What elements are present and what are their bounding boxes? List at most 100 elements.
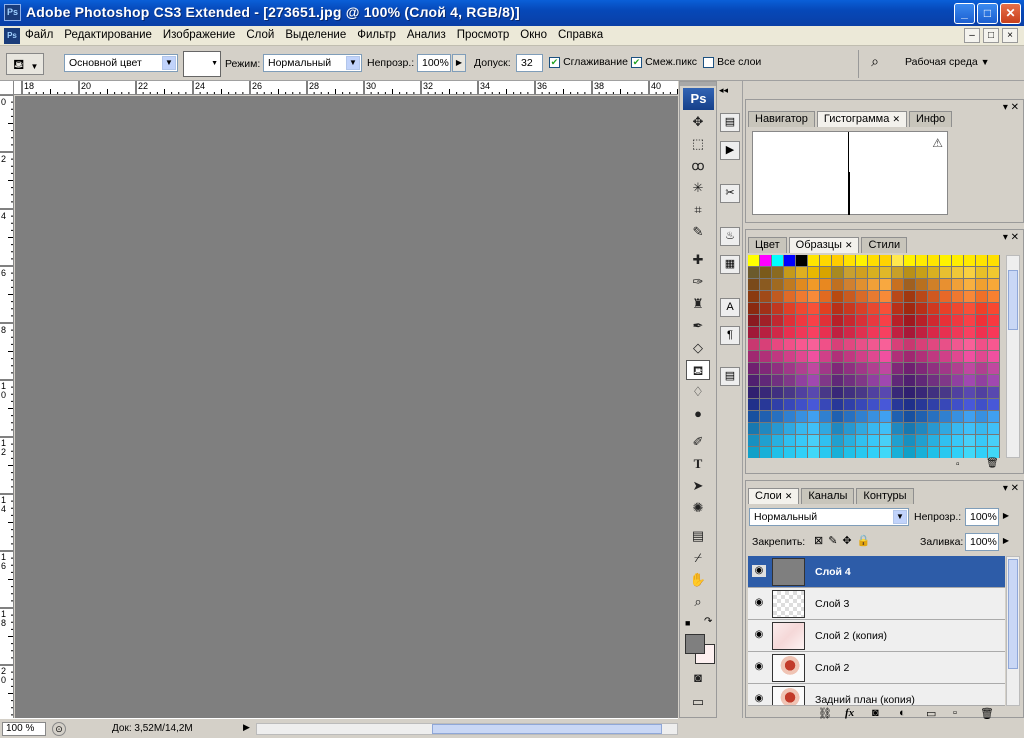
color-swatch[interactable] (964, 255, 976, 267)
color-swatch[interactable] (748, 411, 760, 423)
color-swatch[interactable] (760, 387, 772, 399)
color-swatch[interactable] (748, 387, 760, 399)
trash-icon[interactable]: 🗑 (980, 707, 1007, 720)
pattern-picker[interactable]: ▼ (183, 51, 221, 77)
color-swatch[interactable] (904, 387, 916, 399)
tab-swatches[interactable]: Образцы ✕ (788, 237, 860, 253)
slice-tool-icon[interactable]: ✎ (686, 222, 710, 242)
color-swatch[interactable] (820, 315, 832, 327)
color-swatch[interactable] (844, 315, 856, 327)
doc-close-button[interactable]: × (1002, 28, 1018, 43)
color-swatch[interactable] (904, 435, 916, 447)
color-swatch[interactable] (784, 423, 796, 435)
color-swatch[interactable] (808, 387, 820, 399)
color-swatch[interactable] (856, 303, 868, 315)
status-menu-icon[interactable]: ⊙ (52, 722, 66, 736)
color-swatch[interactable] (868, 267, 880, 279)
color-swatch[interactable] (880, 387, 892, 399)
eraser-tool-icon[interactable]: ◇ (686, 338, 710, 358)
color-swatch[interactable] (784, 435, 796, 447)
screen-mode-icon[interactable]: ▭ (686, 692, 710, 712)
color-swatch[interactable] (856, 291, 868, 303)
color-swatch[interactable] (868, 279, 880, 291)
swatch-grid[interactable] (748, 255, 1000, 458)
color-swatch[interactable] (988, 279, 1000, 291)
color-swatch[interactable] (844, 435, 856, 447)
visibility-eye-icon[interactable]: ◉ (752, 565, 766, 577)
zoom-tool-icon[interactable]: ⌕ (686, 592, 710, 612)
color-swatch[interactable] (796, 303, 808, 315)
paint-bucket-tool-icon[interactable]: ⛾ (686, 360, 710, 380)
color-swatch[interactable] (808, 267, 820, 279)
color-swatch[interactable] (940, 375, 952, 387)
color-swatch[interactable] (856, 435, 868, 447)
color-swatch[interactable] (940, 363, 952, 375)
color-swatch[interactable] (856, 339, 868, 351)
color-swatch[interactable] (772, 411, 784, 423)
color-swatch[interactable] (820, 399, 832, 411)
crop-tool-icon[interactable]: ⌗ (686, 200, 710, 220)
color-swatch[interactable] (988, 435, 1000, 447)
color-swatch[interactable] (952, 399, 964, 411)
panel-controls[interactable]: ▾ ✕ (1003, 483, 1019, 494)
color-swatch[interactable] (976, 279, 988, 291)
swatches-scrollbar[interactable] (1006, 255, 1020, 458)
color-swatch[interactable] (796, 279, 808, 291)
color-swatch[interactable] (928, 255, 940, 267)
color-swatch[interactable] (904, 303, 916, 315)
color-swatch[interactable] (844, 423, 856, 435)
color-swatch[interactable] (808, 447, 820, 458)
color-swatch[interactable] (940, 291, 952, 303)
close-tab-icon[interactable]: ✕ (845, 240, 853, 250)
color-swatch[interactable] (976, 339, 988, 351)
color-swatch[interactable] (820, 279, 832, 291)
color-swatch[interactable] (916, 351, 928, 363)
color-swatch[interactable] (988, 447, 1000, 458)
color-swatch[interactable] (904, 351, 916, 363)
color-swatch[interactable] (856, 267, 868, 279)
color-swatch[interactable] (772, 315, 784, 327)
color-swatch[interactable] (820, 255, 832, 267)
color-swatch[interactable] (868, 339, 880, 351)
layers-scrollbar[interactable] (1006, 556, 1020, 706)
color-swatch[interactable] (976, 387, 988, 399)
color-swatch[interactable] (820, 267, 832, 279)
color-swatch[interactable] (880, 447, 892, 458)
color-swatch[interactable] (796, 399, 808, 411)
scroll-thumb[interactable] (1008, 270, 1018, 330)
color-swatch[interactable] (892, 351, 904, 363)
color-swatch[interactable] (988, 267, 1000, 279)
color-swatch[interactable] (880, 327, 892, 339)
color-swatch[interactable] (832, 447, 844, 458)
swap-colors-icon[interactable]: ↷ (704, 616, 712, 627)
color-swatch[interactable] (868, 327, 880, 339)
color-swatch[interactable] (964, 363, 976, 375)
color-swatch[interactable] (772, 447, 784, 458)
color-swatch[interactable] (916, 255, 928, 267)
pen-tool-icon[interactable]: ✐ (686, 432, 710, 452)
color-swatch[interactable] (844, 363, 856, 375)
color-swatch[interactable] (964, 447, 976, 458)
color-swatch[interactable] (952, 327, 964, 339)
color-swatch[interactable] (832, 291, 844, 303)
color-swatch[interactable] (784, 255, 796, 267)
color-swatch[interactable] (904, 375, 916, 387)
color-swatch[interactable] (760, 375, 772, 387)
color-swatch[interactable] (784, 339, 796, 351)
top-ruler[interactable]: 18 20 22 24 26 28 30 32 34 36 38 40 (14, 81, 678, 95)
tab-styles[interactable]: Стили (861, 237, 908, 253)
brushes-panel-icon[interactable]: ▦ (720, 255, 740, 274)
color-swatch[interactable] (976, 447, 988, 458)
menu-view[interactable]: Просмотр (457, 29, 510, 41)
tab-info[interactable]: Инфо (908, 111, 953, 127)
color-swatch[interactable] (988, 303, 1000, 315)
color-swatch[interactable] (772, 291, 784, 303)
color-swatch[interactable] (784, 447, 796, 458)
clone-stamp-tool-icon[interactable]: ♜ (686, 294, 710, 314)
tool-presets-icon[interactable]: ✂ (720, 184, 740, 203)
color-swatch[interactable] (952, 291, 964, 303)
color-swatch[interactable] (868, 363, 880, 375)
color-swatch[interactable] (844, 291, 856, 303)
color-swatch[interactable] (760, 279, 772, 291)
color-swatch[interactable] (952, 303, 964, 315)
